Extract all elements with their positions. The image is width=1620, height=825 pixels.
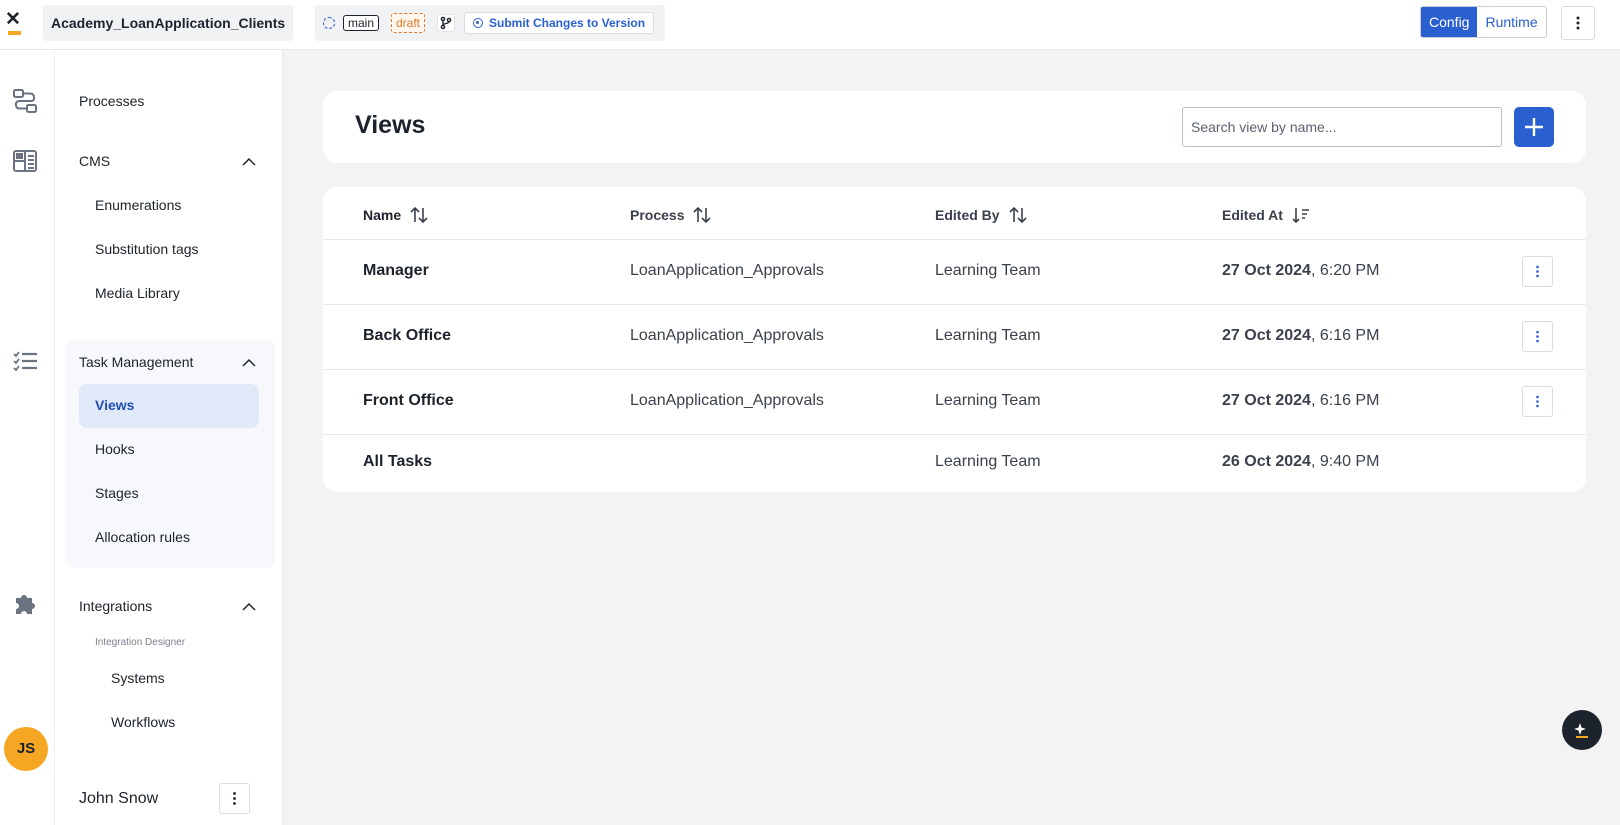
view-name[interactable]: Back Office <box>363 327 451 345</box>
row-more-button[interactable] <box>1522 321 1553 352</box>
kebab-icon <box>1536 265 1539 278</box>
kebab-icon <box>1536 330 1539 343</box>
edited-date: 27 Oct 2024 <box>1222 392 1311 409</box>
runtime-mode-button[interactable]: Runtime <box>1477 7 1546 37</box>
icon-rail <box>0 50 55 825</box>
sidebar-item-allocation-rules[interactable]: Allocation rules <box>95 529 190 545</box>
sidebar-item-workflows[interactable]: Workflows <box>111 714 175 730</box>
sidebar-section-integrations[interactable]: Integrations <box>79 598 152 614</box>
ai-assistant-button[interactable] <box>1562 710 1602 750</box>
top-bar: ✕ Academy_LoanApplication_Clients main d… <box>0 0 1620 50</box>
submit-changes-label: Submit Changes to Version <box>489 16 646 30</box>
sidebar-section-task-management[interactable]: Task Management <box>79 354 193 370</box>
sort-descending-icon[interactable] <box>1291 205 1311 225</box>
draft-badge: draft <box>391 13 426 33</box>
column-header-name[interactable]: Name <box>363 205 429 225</box>
view-name[interactable]: Front Office <box>363 392 454 410</box>
sidebar-item-views[interactable]: Views <box>95 397 134 413</box>
sidebar-item-processes[interactable]: Processes <box>79 93 144 109</box>
kebab-icon <box>1536 395 1539 408</box>
submit-changes-button[interactable]: Submit Changes to Version <box>464 12 655 34</box>
column-header-process-label: Process <box>630 207 685 223</box>
sort-icon[interactable] <box>1008 205 1028 225</box>
chevron-up-icon[interactable] <box>242 157 256 166</box>
version-controls: main draft Submit Changes to Version <box>315 5 665 41</box>
user-name: John Snow <box>79 790 159 807</box>
view-process: LoanApplication_Approvals <box>630 392 824 409</box>
view-edited-at: 27 Oct 2024, 6:16 PM <box>1222 392 1379 410</box>
table-row[interactable]: All Tasks Learning Team 26 Oct 2024, 9:4… <box>323 434 1586 492</box>
mode-toggle: Config Runtime <box>1420 6 1547 38</box>
radio-dot-icon <box>473 18 483 28</box>
sidebar-item-hooks[interactable]: Hooks <box>95 441 135 457</box>
table-row[interactable]: Back Office LoanApplication_Approvals Le… <box>323 304 1586 369</box>
row-more-button[interactable] <box>1522 256 1553 287</box>
app-logo[interactable]: ✕ <box>5 9 25 35</box>
table-row[interactable]: Front Office LoanApplication_Approvals L… <box>323 369 1586 434</box>
edited-date: 27 Oct 2024 <box>1222 327 1311 344</box>
branch-icon[interactable] <box>437 14 455 32</box>
view-process: LoanApplication_Approvals <box>630 327 824 344</box>
view-edited-by: Learning Team <box>935 392 1041 409</box>
sidebar-item-substitution-tags[interactable]: Substitution tags <box>95 241 199 257</box>
search-input[interactable] <box>1182 107 1502 147</box>
column-header-edited-by-label: Edited By <box>935 207 1000 223</box>
column-header-edited-by[interactable]: Edited By <box>935 205 1028 225</box>
table-row[interactable]: Manager LoanApplication_Approvals Learni… <box>323 239 1586 304</box>
logo-x-icon: ✕ <box>5 9 21 30</box>
chevron-up-icon[interactable] <box>242 602 256 611</box>
views-header: Views <box>323 91 1586 163</box>
view-name[interactable]: Manager <box>363 262 429 280</box>
row-more-button[interactable] <box>1522 386 1553 417</box>
column-header-name-label: Name <box>363 207 402 223</box>
edited-time: , 6:16 PM <box>1310 327 1380 344</box>
cms-icon[interactable] <box>12 148 38 174</box>
edited-date: 27 Oct 2024 <box>1222 262 1311 279</box>
column-header-edited-at-label: Edited At <box>1222 207 1283 223</box>
column-header-process[interactable]: Process <box>630 205 712 225</box>
view-process: LoanApplication_Approvals <box>630 262 824 279</box>
add-view-button[interactable] <box>1514 107 1554 147</box>
user-menu-button[interactable] <box>219 783 250 814</box>
sync-status-icon <box>323 17 335 29</box>
sidebar-item-systems[interactable]: Systems <box>111 670 165 686</box>
sidebar-subheading-integration-designer: Integration Designer <box>95 637 186 648</box>
views-table: Name Process Edited By Edited At Manager… <box>323 187 1586 492</box>
sidebar-item-stages[interactable]: Stages <box>95 485 139 501</box>
edited-date: 26 Oct 2024 <box>1222 453 1311 470</box>
project-name[interactable]: Academy_LoanApplication_Clients <box>43 5 294 41</box>
chevron-up-icon[interactable] <box>242 358 256 367</box>
view-edited-at: 26 Oct 2024, 9:40 PM <box>1222 453 1379 471</box>
top-more-button[interactable] <box>1561 6 1595 40</box>
branch-badge[interactable]: main <box>343 15 380 31</box>
sidebar-section-cms[interactable]: CMS <box>79 153 110 169</box>
kebab-icon <box>233 792 236 805</box>
edited-time: , 6:20 PM <box>1310 262 1380 279</box>
edited-time: , 6:16 PM <box>1310 392 1380 409</box>
page-title: Views <box>355 111 426 139</box>
sidebar: Processes CMS Enumerations Substitution … <box>55 50 283 825</box>
integrations-icon[interactable] <box>12 590 38 616</box>
column-header-edited-at[interactable]: Edited At <box>1222 205 1311 225</box>
view-edited-by: Learning Team <box>935 453 1041 470</box>
sparkle-icon <box>1574 723 1588 738</box>
plus-icon <box>1525 118 1543 136</box>
view-edited-by: Learning Team <box>935 327 1041 344</box>
task-management-icon[interactable] <box>12 348 38 374</box>
sidebar-item-media-library[interactable]: Media Library <box>95 285 180 301</box>
view-edited-at: 27 Oct 2024, 6:20 PM <box>1222 262 1379 280</box>
kebab-icon <box>1576 16 1580 30</box>
sidebar-item-enumerations[interactable]: Enumerations <box>95 197 181 213</box>
config-mode-button[interactable]: Config <box>1421 7 1478 37</box>
view-edited-by: Learning Team <box>935 262 1041 279</box>
view-edited-at: 27 Oct 2024, 6:16 PM <box>1222 327 1379 345</box>
logo-bar <box>8 31 21 35</box>
edited-time: , 9:40 PM <box>1310 453 1380 470</box>
processes-icon[interactable] <box>12 88 38 114</box>
sort-icon[interactable] <box>409 205 429 225</box>
sort-icon[interactable] <box>692 205 712 225</box>
avatar[interactable]: JS <box>4 727 48 771</box>
view-name[interactable]: All Tasks <box>363 453 432 471</box>
